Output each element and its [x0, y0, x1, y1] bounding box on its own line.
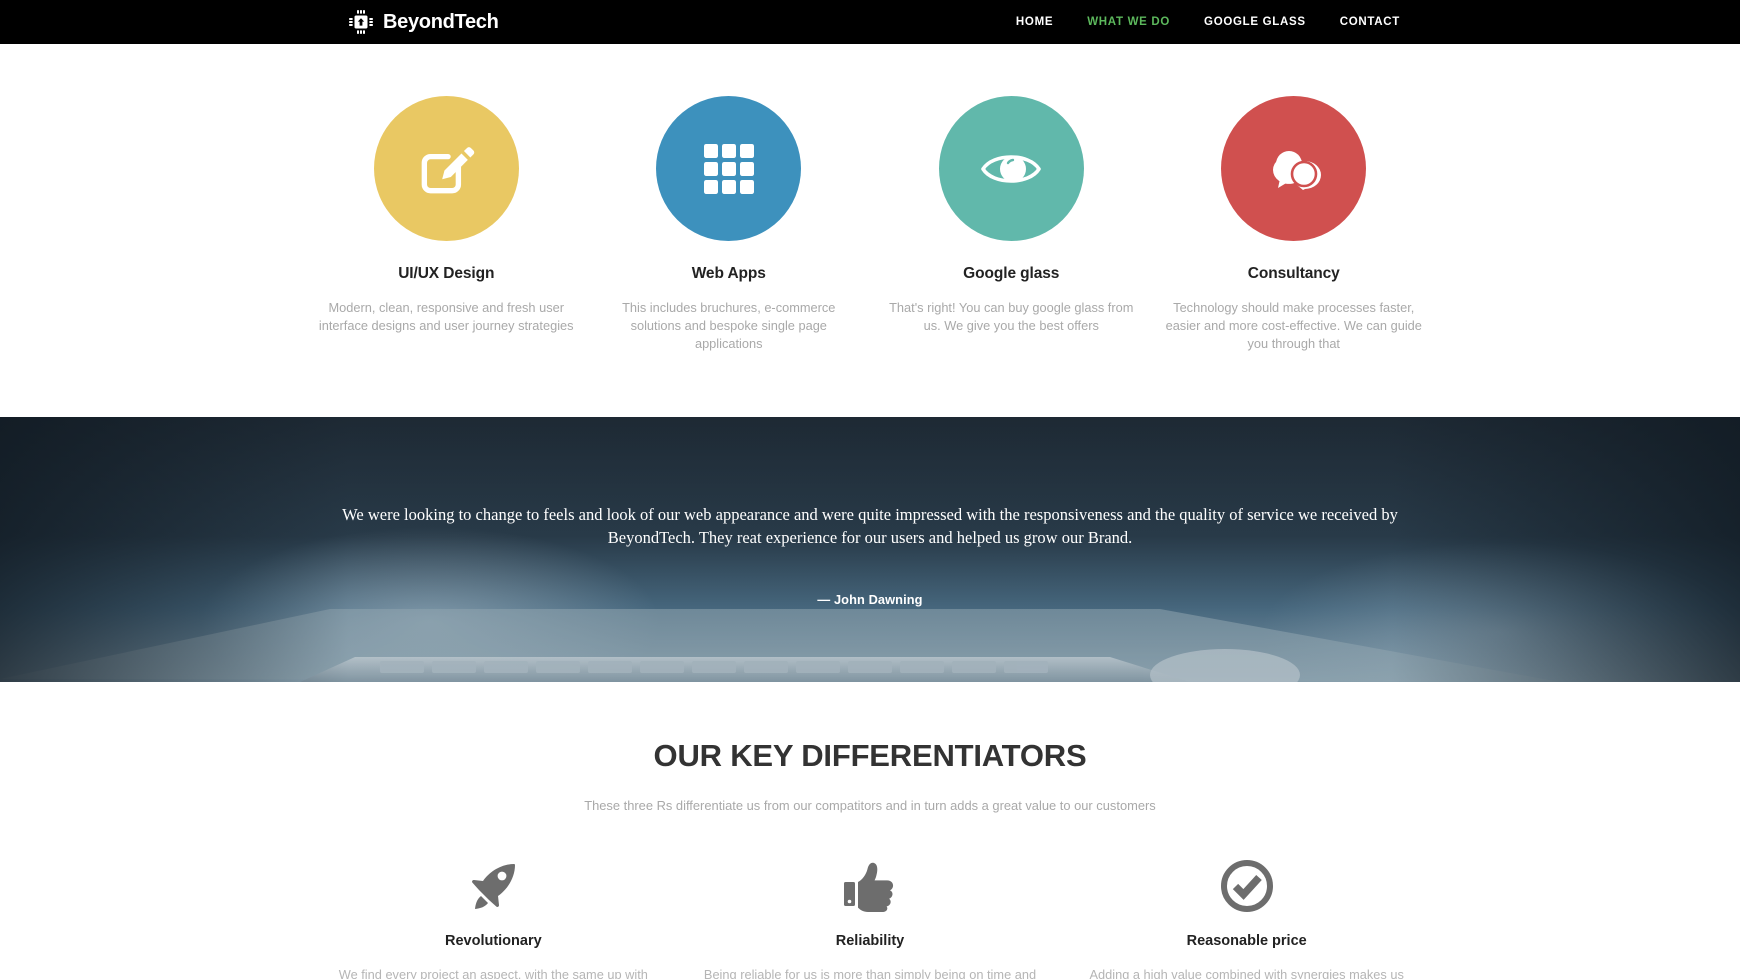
nav-links: HOME WHAT WE DO GOOGLE GLASS CONTACT [1016, 16, 1400, 28]
differentiator-revolutionary: Revolutionary We find every project an a… [305, 855, 682, 979]
testimonial-author: — John Dawning [817, 591, 923, 607]
nav-link-home[interactable]: HOME [1016, 16, 1053, 28]
differentiator-icon-wrapper [464, 855, 522, 917]
service-card-ui-ux-design[interactable]: UI/UX Design Modern, clean, responsive a… [305, 96, 588, 353]
differentiator-label: Revolutionary [444, 933, 542, 950]
service-title: UI/UX Design [398, 265, 495, 282]
differentiators-section: OUR KEY DIFFERENTIATORS These three Rs d… [0, 682, 1740, 979]
grid-apps-icon [703, 143, 754, 194]
thumbs-up-icon [844, 863, 894, 913]
speech-bubbles-icon [1272, 150, 1321, 190]
differentiator-label: Reasonable price [1186, 933, 1307, 950]
service-title: Google glass [963, 265, 1060, 282]
differentiator-description: Adding a high value combined with synerg… [1089, 967, 1404, 979]
top-navigation-bar: BeyondTech HOME WHAT WE DO GOOGLE GLASS … [0, 0, 1740, 44]
brand-logo-link[interactable]: BeyondTech [348, 9, 499, 35]
differentiator-label: Reliability [835, 933, 905, 950]
pencil-edit-square-icon [421, 146, 475, 193]
nav-link-what-we-do[interactable]: WHAT WE DO [1087, 16, 1170, 28]
service-description: Modern, clean, responsive and fresh user… [318, 300, 574, 334]
service-icon-circle-consultancy [1221, 96, 1367, 241]
nav-link-google-glass[interactable]: GOOGLE GLASS [1204, 16, 1306, 28]
service-icon-circle-web-apps [656, 96, 802, 241]
testimonial-quote: We were looking to change to feels and l… [342, 505, 1398, 548]
differentiator-description: Being reliable for us is more than simpl… [703, 967, 1037, 979]
chip-processor-icon [349, 10, 373, 34]
service-card-consultancy[interactable]: Consultancy Technology should make proce… [1153, 96, 1436, 353]
brand-name: BeyondTech [383, 10, 499, 33]
section-subheading: These three Rs differentiate us from our… [584, 798, 1156, 814]
differentiator-reliability: Reliability Being reliable for us is mor… [682, 855, 1059, 979]
service-description: This includes bruchures, e-commerce solu… [622, 300, 836, 352]
service-title: Web Apps [691, 265, 766, 282]
services-grid: UI/UX Design Modern, clean, responsive a… [305, 96, 1435, 353]
testimonial-section: We were looking to change to feels and l… [0, 417, 1740, 683]
check-circle-icon [1220, 860, 1273, 913]
services-section: UI/UX Design Modern, clean, responsive a… [0, 44, 1740, 418]
differentiator-description: We find every project an aspect, with th… [338, 967, 648, 979]
service-description: That's right! You can buy google glass f… [889, 300, 1134, 334]
service-card-web-apps[interactable]: Web Apps This includes bruchures, e-comm… [588, 96, 871, 353]
service-icon-circle-google-glass [938, 96, 1084, 241]
section-heading: OUR KEY DIFFERENTIATORS [653, 738, 1087, 774]
service-description: Technology should make processes faster,… [1165, 300, 1422, 352]
eye-icon [981, 154, 1042, 183]
testimonial-content: We were looking to change to feels and l… [0, 417, 1740, 682]
service-title: Consultancy [1247, 265, 1340, 282]
differentiator-icon-wrapper [842, 855, 898, 917]
differentiator-icon-wrapper [1219, 855, 1275, 917]
differentiator-reasonable-price: Reasonable price Adding a high value com… [1058, 855, 1435, 979]
differentiators-grid: Revolutionary We find every project an a… [305, 855, 1435, 979]
service-icon-circle-ui-ux [373, 96, 519, 241]
nav-link-contact[interactable]: CONTACT [1340, 16, 1400, 28]
rocket-icon [472, 864, 516, 910]
service-card-google-glass[interactable]: Google glass That's right! You can buy g… [870, 96, 1153, 353]
